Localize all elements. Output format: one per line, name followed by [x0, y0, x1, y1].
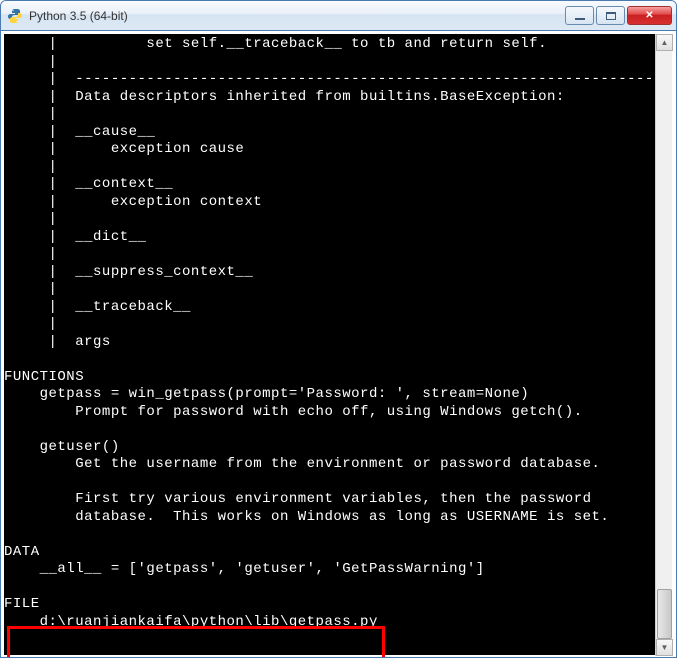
console-output[interactable]: | set self.__traceback__ to tb and retur… [4, 34, 658, 655]
scroll-down-button[interactable]: ▼ [656, 639, 673, 656]
vertical-scrollbar[interactable]: ▲ ▼ [655, 34, 672, 656]
python-console-window: Python 3.5 (64-bit) ✕ | set self.__trace… [0, 0, 677, 658]
minimize-button[interactable] [565, 6, 594, 25]
titlebar[interactable]: Python 3.5 (64-bit) ✕ [1, 1, 676, 31]
scroll-track[interactable] [656, 51, 672, 639]
close-button[interactable]: ✕ [627, 6, 672, 25]
scroll-up-button[interactable]: ▲ [656, 34, 673, 51]
python-icon [7, 8, 23, 24]
maximize-button[interactable] [596, 6, 625, 25]
content-area: | set self.__traceback__ to tb and retur… [1, 31, 676, 657]
scroll-thumb[interactable] [657, 589, 672, 639]
window-controls: ✕ [565, 6, 672, 25]
window-title: Python 3.5 (64-bit) [29, 9, 565, 23]
